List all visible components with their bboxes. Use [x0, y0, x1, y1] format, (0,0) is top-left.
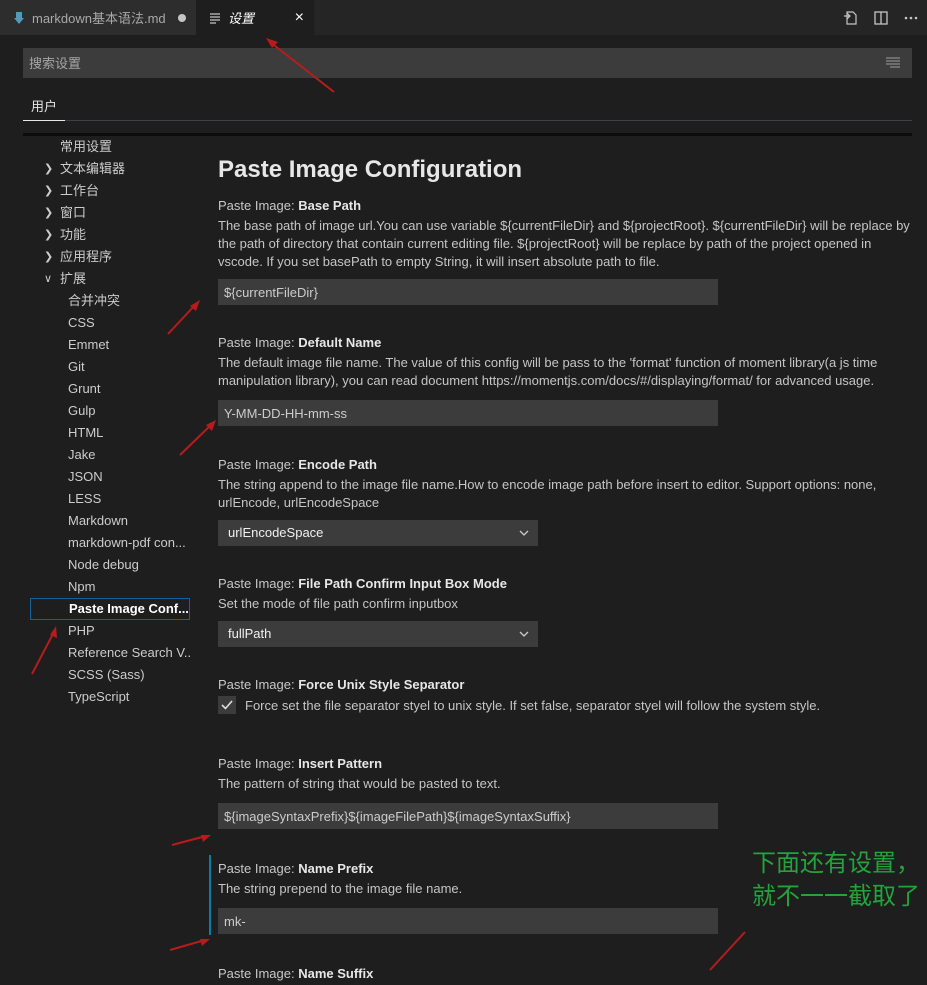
tab-settings[interactable]: 设置 ×	[196, 0, 314, 35]
tab-actions	[843, 0, 927, 35]
modified-dot-icon[interactable]	[178, 13, 186, 22]
toc-item-reference-search[interactable]: Reference Search V...	[30, 642, 190, 664]
tab-label: markdown基本语法.md	[32, 11, 166, 26]
setting-file-path-confirm: Paste Image: File Path Confirm Input Box…	[218, 576, 912, 647]
toc-item-merge-conflict[interactable]: 合并冲突	[30, 290, 190, 312]
clear-filter-icon[interactable]	[886, 56, 900, 75]
toc-item-workbench[interactable]: ❯ 工作台	[30, 180, 190, 202]
toc-item-html[interactable]: HTML	[30, 422, 190, 444]
settings-toc-tree: 常用设置 ❯ 文本编辑器 ❯ 工作台 ❯ 窗口 ❯ 功能 ❯ 应用程序 ∨ 扩展 合并冲突 …	[30, 136, 190, 708]
split-editor-icon[interactable]	[873, 10, 889, 26]
setting-description: Set the mode of file path confirm inputb…	[218, 596, 458, 611]
setting-title: Paste Image: Base Path	[218, 198, 362, 213]
toc-item-grunt[interactable]: Grunt	[30, 378, 190, 400]
close-icon[interactable]: ×	[295, 9, 304, 27]
file-path-confirm-select[interactable]: fullPath	[218, 621, 538, 647]
chevron-right-icon: ❯	[44, 251, 54, 263]
default-name-input[interactable]	[218, 400, 718, 426]
toc-item-jake[interactable]: Jake	[30, 444, 190, 466]
open-settings-json-icon[interactable]	[843, 10, 859, 26]
focus-indicator	[209, 855, 211, 935]
settings-scope-tabs: 用户	[23, 92, 912, 121]
section-title: Paste Image Configuration	[218, 156, 523, 183]
tab-label: 设置	[228, 11, 255, 26]
setting-title: Paste Image: Encode Path	[218, 457, 377, 472]
setting-title: Paste Image: Name Suffix	[218, 966, 374, 981]
setting-encode-path: Paste Image: Encode Path The string appe…	[218, 457, 912, 546]
insert-pattern-input[interactable]	[218, 803, 718, 829]
toc-item-text-editor[interactable]: ❯ 文本编辑器	[30, 158, 190, 180]
base-path-input[interactable]	[218, 279, 718, 305]
toc-item-extensions[interactable]: ∨ 扩展	[30, 268, 190, 290]
chevron-right-icon: ❯	[44, 229, 54, 241]
toc-item-gulp[interactable]: Gulp	[30, 400, 190, 422]
setting-insert-pattern: Paste Image: Insert Pattern The pattern …	[218, 756, 912, 829]
search-input[interactable]	[29, 55, 869, 71]
editor-tab-bar: markdown基本语法.md 设置 ×	[0, 0, 927, 35]
setting-description: The string append to the image file name…	[218, 477, 877, 510]
more-actions-icon[interactable]	[903, 10, 919, 26]
tab-user[interactable]: 用户	[23, 92, 66, 121]
toc-item-css[interactable]: CSS	[30, 312, 190, 334]
toc-item-less[interactable]: LESS	[30, 488, 190, 510]
toc-item-commonly-used[interactable]: 常用设置	[30, 136, 190, 158]
arrowhead	[201, 835, 211, 842]
toc-item-window[interactable]: ❯ 窗口	[30, 202, 190, 224]
setting-description: Force set the file separator styel to un…	[245, 697, 821, 713]
toc-item-paste-image[interactable]: Paste Image Conf...	[30, 598, 190, 620]
name-prefix-input[interactable]	[218, 908, 718, 934]
toc-item-php[interactable]: PHP	[30, 620, 190, 642]
toc-item-typescript[interactable]: TypeScript	[30, 686, 190, 708]
toc-item-node-debug[interactable]: Node debug	[30, 554, 190, 576]
setting-base-path: Paste Image: Base Path The base path of …	[218, 198, 912, 305]
setting-title: Paste Image: Default Name	[218, 335, 382, 350]
chevron-down-icon	[518, 621, 530, 656]
encode-path-select[interactable]: urlEncodeSpace	[218, 520, 538, 546]
toc-item-json[interactable]: JSON	[30, 466, 190, 488]
toc-item-emmet[interactable]: Emmet	[30, 334, 190, 356]
setting-title: Paste Image: Force Unix Style Separator	[218, 677, 465, 692]
annotation-arrow	[171, 835, 207, 846]
setting-force-unix-separator: Paste Image: Force Unix Style Separator …	[218, 677, 912, 714]
toc-item-features[interactable]: ❯ 功能	[30, 224, 190, 246]
setting-description: The default image file name. The value o…	[218, 355, 878, 388]
chevron-right-icon: ❯	[44, 207, 54, 219]
setting-title: Paste Image: Insert Pattern	[218, 756, 383, 771]
toc-item-application[interactable]: ❯ 应用程序	[30, 246, 190, 268]
setting-default-name: Paste Image: Default Name The default im…	[218, 335, 912, 426]
markdown-icon	[12, 11, 26, 24]
arrowhead	[200, 939, 210, 946]
arrowhead	[266, 38, 278, 48]
tab-markdown-file[interactable]: markdown基本语法.md	[0, 0, 196, 35]
arrowhead	[206, 420, 216, 431]
setting-description: The base path of image url.You can use v…	[218, 218, 910, 269]
toc-item-git[interactable]: Git	[30, 356, 190, 378]
setting-description: The pattern of string that would be past…	[218, 776, 501, 791]
toc-item-markdown[interactable]: Markdown	[30, 510, 190, 532]
annotation-arrow	[169, 939, 206, 951]
setting-name-suffix: Paste Image: Name Suffix	[218, 966, 912, 981]
toc-item-markdown-pdf[interactable]: markdown-pdf con...	[30, 532, 190, 554]
checkbox-row: Force set the file separator styel to un…	[218, 696, 912, 714]
toc-item-scss[interactable]: SCSS (Sass)	[30, 664, 190, 686]
force-unix-checkbox[interactable]	[218, 696, 236, 714]
toc-item-npm[interactable]: Npm	[30, 576, 190, 598]
search-settings-box	[23, 48, 912, 78]
chevron-right-icon: ❯	[44, 185, 54, 197]
checkmark-icon	[221, 700, 233, 710]
settings-file-icon	[208, 12, 222, 24]
arrowhead	[190, 300, 200, 311]
chevron-right-icon: ❯	[44, 163, 54, 175]
chevron-down-icon: ∨	[44, 273, 53, 285]
chevron-down-icon	[518, 520, 530, 555]
setting-title: Paste Image: File Path Confirm Input Box…	[218, 576, 507, 591]
annotation-note: 下面还有设置，就不一一截取了	[752, 849, 920, 910]
